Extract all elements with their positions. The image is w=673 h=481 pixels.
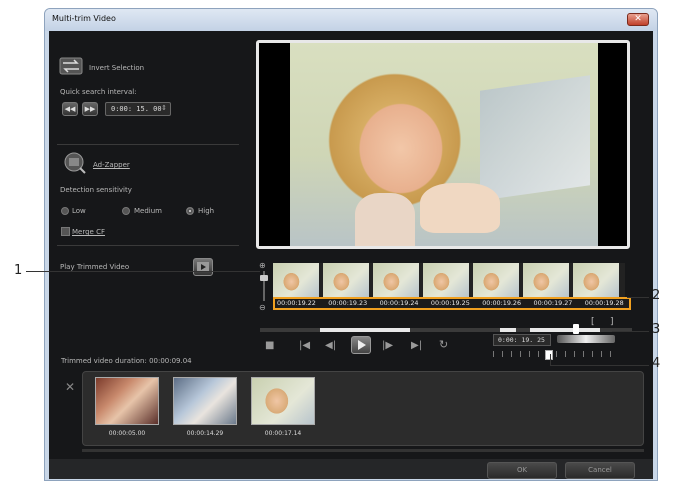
scrub-bar[interactable] [260,324,632,334]
callout-number: 4 [652,356,661,371]
rewind-button[interactable]: ◀◀ [62,102,78,116]
callout-number: 3 [652,322,661,337]
play-icon [358,340,366,350]
invert-selection-label[interactable]: Invert Selection [89,64,144,72]
separator [57,144,239,145]
callout-number: 2 [652,288,661,303]
zoom-out-icon[interactable]: ⊖ [259,303,266,312]
clip-thumbnail[interactable] [251,377,315,425]
timecode-label: 00:00:19.23 [328,299,368,307]
trimmed-duration-label: Trimmed video duration: 00:00:09.04 [61,357,192,365]
callout-line [26,271,260,272]
repeat-icon[interactable]: ↻ [439,338,448,351]
clip-timecode: 00:00:05.00 [108,430,146,437]
multi-trim-window: Multi-trim Video ✕ Invert Selection Quic… [44,8,658,481]
clip-timecode: 00:00:17.14 [264,430,302,437]
sensitivity-medium-label[interactable]: Medium [134,207,162,215]
go-to-start-icon[interactable]: |◀ [299,340,310,351]
close-button[interactable]: ✕ [627,13,649,26]
go-to-end-icon[interactable]: ▶| [411,340,422,351]
clip-thumbnail[interactable] [173,377,237,425]
timecode-label: 00:00:19.22 [277,299,316,307]
window-title: Multi-trim Video [52,14,116,23]
timecode-label: 00:00:19.28 [584,299,624,307]
stop-icon[interactable]: ■ [265,340,274,351]
play-trimmed-label: Play Trimmed Video [60,263,130,271]
jog-thumb[interactable] [545,350,553,360]
play-trimmed-icon [197,262,209,272]
filmstrip-frame[interactable] [473,263,520,297]
interval-value[interactable]: 0:00: 15. 00 [111,105,162,113]
rewind-icon: ◀◀ [64,105,76,113]
shirt-shape [355,193,415,246]
ok-button[interactable]: OK [487,462,557,479]
filmstrip-frame[interactable] [273,263,320,297]
detection-sensitivity-label: Detection sensitivity [60,186,132,194]
trimmed-clips-panel: 00:00:05.00 00:00:14.29 00:00:17.14 [82,371,644,446]
invert-selection-icon[interactable] [59,56,83,76]
fast-forward-icon: ▶▶ [84,105,96,113]
play-trimmed-button[interactable] [193,258,213,276]
callout-line [550,365,649,366]
clip-timecode: 00:00:14.29 [186,430,224,437]
arm-shape [420,183,500,233]
callout-line [612,331,649,332]
separator [57,245,239,246]
shuttle-control[interactable] [557,335,615,343]
timecode-label: 00:00:19.26 [482,299,522,307]
clip-thumbnail[interactable] [95,377,159,425]
play-button[interactable] [351,336,371,354]
scrub-thumb[interactable] [573,324,579,334]
screenshot-stage: { "window": { "title": "Multi-trim Video… [0,0,673,481]
filmstrip-frame[interactable] [523,263,570,297]
filmstrip-frame[interactable] [423,263,470,297]
interval-field[interactable]: 0:00: 15. 00 ⇕ [105,102,171,116]
filmstrip-frame[interactable] [373,263,420,297]
jog-ticks[interactable] [493,351,613,357]
mark-in-button[interactable]: [ [591,317,595,327]
fast-forward-button[interactable]: ▶▶ [82,102,98,116]
timecode-ruler: 00:00:19.22 00:00:19.23 00:00:19.24 00:00:1… [273,297,631,310]
sensitivity-low-radio[interactable] [61,207,69,215]
previous-frame-icon[interactable]: ◀| [325,340,336,351]
timecode-label: 00:00:19.27 [533,299,573,307]
quick-search-label: Quick search interval: [60,88,137,96]
clips-scrollbar[interactable] [82,449,644,452]
delete-clip-button[interactable]: ✕ [59,376,81,398]
cancel-button[interactable]: Cancel [565,462,635,479]
monitor-shape [480,75,590,201]
title-bar: Multi-trim Video ✕ [45,9,657,31]
dialog-client: Invert Selection Quick search interval: … [49,31,653,479]
trim-segment [320,328,410,332]
zoom-in-icon[interactable]: ⊕ [259,261,266,270]
timecode-label: 00:00:19.24 [379,299,419,307]
ad-zapper-label[interactable]: Ad-Zapper [93,161,130,169]
timecode-label: 00:00:19.25 [430,299,470,307]
merge-cf-label[interactable]: Merge CF [72,228,105,236]
zoom-slider-thumb[interactable] [260,275,268,281]
callout-line [550,354,551,365]
sensitivity-high-label[interactable]: High [198,207,214,215]
current-time-value[interactable]: 0:00: 19. 25 [498,336,545,344]
trim-segment [500,328,516,332]
current-time-field[interactable]: 0:00: 19. 25 [493,334,551,346]
merge-cf-checkbox[interactable] [61,227,70,236]
sensitivity-low-label[interactable]: Low [72,207,86,215]
preview-image [290,43,598,246]
trim-segment [530,328,600,332]
sensitivity-medium-radio[interactable] [122,207,130,215]
filmstrip[interactable] [273,263,625,297]
sensitivity-high-radio[interactable] [186,207,194,215]
mark-out-button[interactable]: ] [610,317,614,327]
ad-zapper-icon[interactable] [63,151,87,175]
callout-line [627,297,649,298]
filmstrip-frame[interactable] [323,263,370,297]
callout-number: 1 [14,263,23,278]
video-preview [256,40,630,249]
filmstrip-frame[interactable] [573,263,620,297]
next-frame-icon[interactable]: |▶ [382,340,393,351]
button-bar [49,459,653,479]
interval-spinner-icon[interactable]: ⇕ [161,104,167,112]
